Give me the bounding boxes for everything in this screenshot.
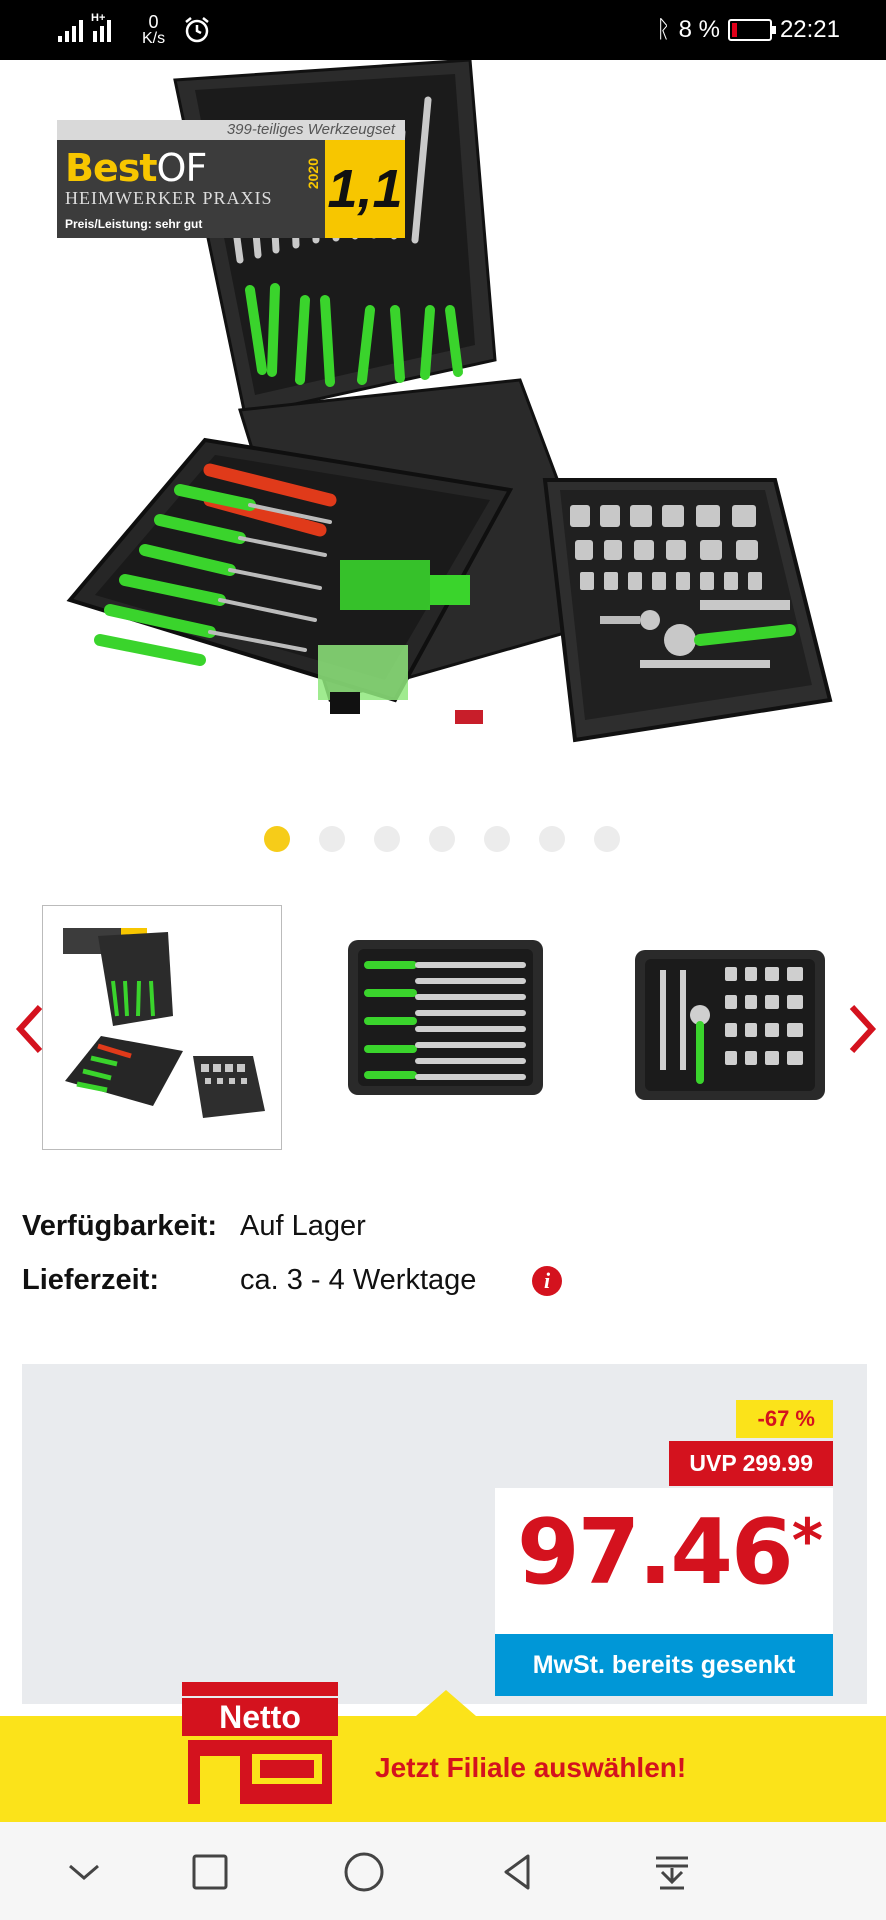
clock: 22:21 <box>779 16 840 43</box>
badge-brand-of: OF <box>156 146 208 190</box>
battery-percent: 8 % <box>678 16 720 43</box>
badge-magazine: HEIMWERKER PRAXIS <box>65 188 273 208</box>
price-card: 97.46* <box>495 1488 833 1634</box>
network-type-label: H+ <box>91 12 106 24</box>
nav-notifications-button[interactable] <box>648 1848 696 1896</box>
pagination-dot[interactable] <box>484 826 510 852</box>
signal-icon <box>58 18 83 42</box>
image-pagination <box>0 826 886 852</box>
status-left: H+ 0 K/s <box>58 12 211 48</box>
status-right: ᚱ 8 % 22:21 <box>656 12 840 48</box>
bluetooth-icon: ᚱ <box>656 16 671 43</box>
network-speed: 0 K/s <box>142 13 165 47</box>
square-icon <box>192 1854 228 1890</box>
pagination-dot[interactable] <box>539 826 565 852</box>
price-value: 97.46 <box>517 1500 794 1605</box>
thumbnail-wrench-tray-image <box>348 940 543 1095</box>
discount-badge: -67 % <box>735 1400 833 1438</box>
thumbnail-3[interactable] <box>605 905 845 1150</box>
badge-brand: BestOF <box>65 146 208 190</box>
badge-score: 1,1 <box>325 140 405 238</box>
price-asterisk: * <box>791 1506 823 1576</box>
thumbnail-socket-tray-image <box>635 950 825 1100</box>
thumbnail-1[interactable] <box>42 905 282 1150</box>
store-building-icon <box>188 1740 332 1804</box>
award-badge: 399-teiliges Werkzeugset BestOF HEIMWERK… <box>57 120 405 238</box>
badge-brand-best: Best <box>65 146 158 190</box>
price-panel: -67 % UVP 299.99 97.46* MwSt. bereits ge… <box>22 1364 867 1704</box>
availability-label: Verfügbarkeit: <box>22 1210 217 1242</box>
chevron-right-icon <box>849 1004 877 1054</box>
pagination-dot[interactable] <box>594 826 620 852</box>
price: 97.46* <box>517 1500 823 1605</box>
pagination-dot[interactable] <box>429 826 455 852</box>
status-bar: H+ 0 K/s ᚱ 8 % 22:21 <box>0 0 886 60</box>
badge-subtitle: 399-teiliges Werkzeugset <box>57 120 405 140</box>
system-nav-bar <box>0 1822 886 1920</box>
delivery-value: ca. 3 - 4 Werktage <box>240 1264 477 1296</box>
signal-hplus-icon: H+ <box>91 12 118 42</box>
nav-recents-button[interactable] <box>186 1848 234 1896</box>
thumbnail-carousel <box>0 905 886 1150</box>
banner-notch <box>416 1690 476 1716</box>
badge-year: 2020 <box>305 158 321 190</box>
carousel-next-button[interactable] <box>844 1001 880 1057</box>
pagination-dot[interactable] <box>319 826 345 852</box>
store-select-label[interactable]: Jetzt Filiale auswählen! <box>375 1752 686 1784</box>
nav-home-button[interactable] <box>340 1848 388 1896</box>
netto-logo-text: Netto <box>182 1698 338 1736</box>
uvp-badge: UVP 299.99 <box>669 1441 833 1486</box>
nav-collapse-button[interactable] <box>60 1848 108 1896</box>
download-icon <box>656 1856 688 1890</box>
info-icon[interactable]: i <box>532 1266 562 1296</box>
network-speed-value: 0 <box>148 12 159 32</box>
product-image[interactable]: 399-teiliges Werkzeugset BestOF HEIMWERK… <box>0 60 886 800</box>
store-select-banner[interactable]: Jetzt Filiale auswählen! <box>0 1690 886 1822</box>
alarm-clock-icon <box>185 17 209 43</box>
chevron-down-icon <box>69 1864 99 1880</box>
battery-icon <box>727 19 776 41</box>
delivery-label: Lieferzeit: <box>22 1264 159 1296</box>
netto-logo: Netto <box>182 1682 338 1804</box>
badge-rating: Preis/Leistung: sehr gut <box>65 217 203 231</box>
thumbnail-toolbox-image <box>63 928 265 1118</box>
circle-home-icon <box>344 1852 384 1892</box>
triangle-back-icon <box>504 1854 530 1890</box>
nav-back-button[interactable] <box>494 1848 542 1896</box>
availability-value: Auf Lager <box>240 1210 366 1242</box>
tax-note-banner: MwSt. bereits gesenkt <box>495 1634 833 1696</box>
thumbnail-2[interactable] <box>323 905 563 1150</box>
pagination-dot[interactable] <box>374 826 400 852</box>
network-speed-unit: K/s <box>142 30 166 47</box>
pagination-dot-active[interactable] <box>264 826 290 852</box>
